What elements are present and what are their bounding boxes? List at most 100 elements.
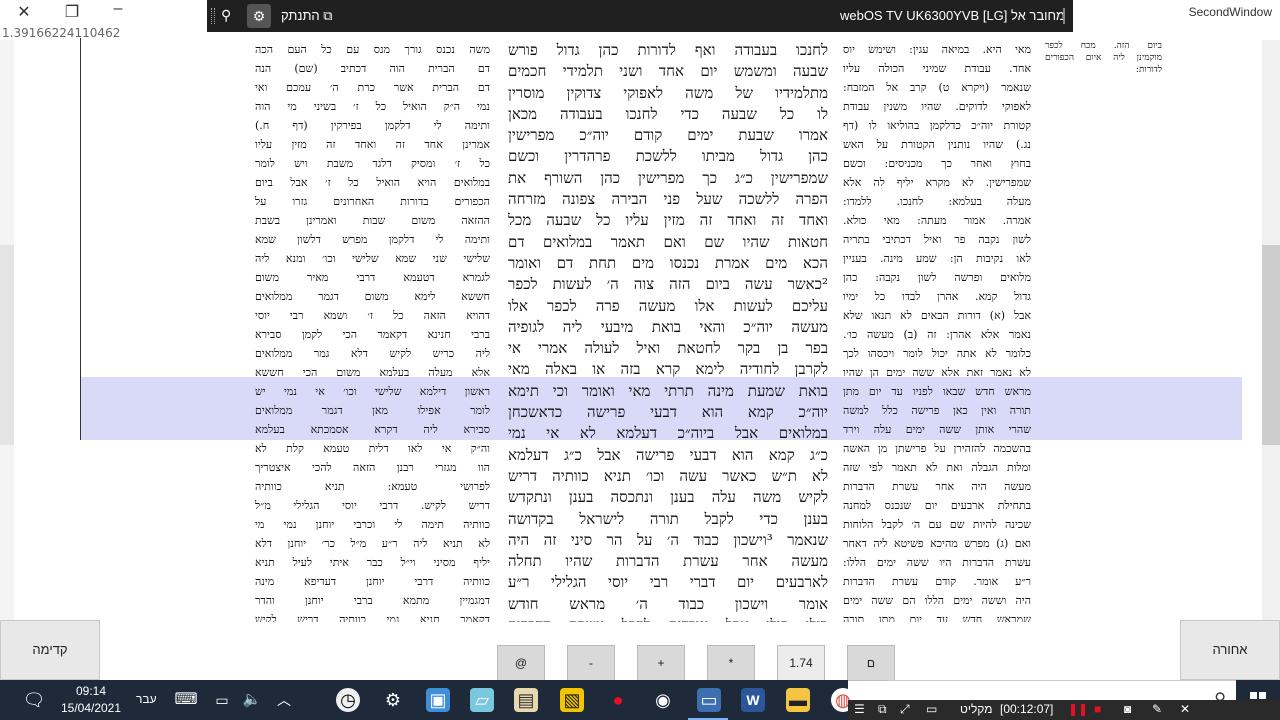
- tosafot-line: הוו מגזרי רבנן הזאה להכי איצטריך: [255, 461, 490, 474]
- tosafot-line: במלואים הויא הואיל כל ז׳ אבל ביום: [255, 176, 490, 189]
- margin-notes: ביום הזה. מכח לכפר מוקמינן ליה איום הכפור…: [1045, 40, 1162, 76]
- sticky-notes-icon[interactable]: ▧: [560, 688, 584, 712]
- tosafot-line: כל ז׳ ומסיק דלגד משבת ויש לומר: [255, 157, 490, 170]
- tosafot-line: דריש לקיש. דרבי יוסי הגלילי מ״ל: [255, 499, 490, 512]
- tosafot-line: אלא מעלה בעלמא משום הכי חששא: [255, 366, 490, 379]
- zoom-in-button[interactable]: +: [637, 645, 685, 681]
- disconnect-label: התנתק: [281, 8, 320, 23]
- mode-button[interactable]: ם: [847, 645, 895, 681]
- gear-icon: ⚙: [252, 8, 266, 24]
- tablet-app-icon[interactable]: ▱: [470, 688, 494, 712]
- main-text-line: בענן כדי לקבל תורה לישראל בקדושה: [508, 509, 828, 528]
- rashi-line: ר״ע אומר. קודם עשרת הדברות: [843, 575, 1031, 588]
- fullscreen-icon[interactable]: ⤢: [900, 702, 910, 717]
- rashi-line: לאפוקי לדוקים. שהיו משנין עבודת: [843, 100, 1031, 113]
- window-app-icon[interactable]: ▭: [697, 688, 721, 712]
- settings-app-icon[interactable]: ⚙: [381, 688, 405, 712]
- zoom-controls: @ - + * 1.74 ם: [485, 645, 905, 681]
- menu-icon[interactable]: ☰: [854, 702, 865, 716]
- vertical-scroll-thumb[interactable]: [1262, 245, 1280, 445]
- screen: ✕ ❐ – 1.39166224110462 SecondWindow ⚲ ⚙ …: [0, 0, 1280, 720]
- main-text-line: חטאות שהיו שם ואם תאמר במלואים דם: [508, 232, 828, 251]
- prev-button[interactable]: קדימה: [0, 620, 100, 680]
- drag-handle-icon[interactable]: [211, 8, 215, 24]
- main-text-line: שמפרישין כ״ג כך מפרישין כהן השורף את: [508, 168, 828, 187]
- rashi-line: ואם (ג) מפרש מהיכא פשיטא ליה דאחר: [843, 537, 1031, 550]
- main-text-line: לחנכו בעבודה ואף לדורות כהן גדול פורש: [508, 41, 828, 59]
- settings-button[interactable]: ⚙: [247, 4, 271, 28]
- stop-icon[interactable]: ■: [1094, 702, 1101, 716]
- camera-app-icon[interactable]: ◉: [651, 688, 675, 712]
- left-scroll-thumb[interactable]: [0, 245, 14, 445]
- reset-zoom-button[interactable]: *: [707, 645, 755, 681]
- tosafot-line: כוותיה דרבי יוחנן דעדיפא מינה: [255, 575, 490, 588]
- windows-icon[interactable]: ⧉: [878, 702, 887, 717]
- margin-note-line: ביום הזה. מכח לכפר: [1045, 41, 1162, 51]
- minimize-icon[interactable]: –: [106, 0, 130, 18]
- main-text-line: כולו כולו אכל עובדים לקבל עשרת הדברות: [508, 615, 828, 622]
- next-button[interactable]: אחורה: [1180, 620, 1280, 680]
- language-indicator[interactable]: עבר: [136, 692, 157, 706]
- rashi-line: אמרה. אמור מעתה: מאי כולא.: [843, 214, 1031, 227]
- rashi-line: שמפרישין. לא מקרא יליף לה אלא: [843, 176, 1031, 189]
- folder-app-icon[interactable]: ▬: [786, 688, 810, 712]
- margin-note-line: מוקמינן ליה איום הכפורים: [1045, 53, 1162, 63]
- chevron-up-icon[interactable]: ︿: [272, 688, 296, 712]
- rashi-line: בחוץ ואחר כך מכניסים: וכשם: [843, 157, 1031, 170]
- camera-icon[interactable]: ◙: [1124, 702, 1131, 716]
- monitor-icon[interactable]: ▭: [926, 702, 937, 716]
- main-text-line: כ״ג קמא הוא דבעי פרישה אבל כ״ג דעלמא: [508, 445, 828, 464]
- tosafot-line: ההזאה משום שבות ואמרינן בשבת: [255, 214, 490, 227]
- tosafot-line: יליף מסיני וי״ל כבר איתי לעיל תניא: [255, 556, 490, 569]
- close-recording-icon[interactable]: ✕: [1180, 702, 1190, 716]
- restore-icon[interactable]: ❐: [60, 2, 84, 22]
- at-button[interactable]: @: [497, 645, 545, 681]
- rashi-line: מלואים ופרשה לשון נקבה: כהן: [843, 271, 1031, 284]
- word-app-icon[interactable]: W: [741, 688, 765, 712]
- close-icon[interactable]: ✕: [12, 2, 36, 22]
- photos-app-icon[interactable]: ▣: [426, 688, 450, 712]
- record-app-icon[interactable]: ●: [606, 688, 630, 712]
- clock[interactable]: 09:14 15/04/2021: [58, 683, 124, 717]
- explorer-app-icon[interactable]: ▤: [514, 688, 538, 712]
- rashi-line: שמראש חדש עד יום מתן תורה: [843, 613, 1031, 622]
- main-text-line: לו כל שבעה כדי לחנכו בעבודה מכאן: [508, 104, 828, 123]
- rashi-line: לאו נקיבות הן: שמע מינה. בעניין: [843, 252, 1031, 265]
- main-text-line: אומר וישכון כבוד ה׳ מראש חודש: [508, 594, 828, 613]
- tosafot-line: וה״ק אי לאו דלית טעמא קלת לא: [255, 442, 490, 455]
- rashi-line: גדול קמא. אהרן לבדו כל ימיו: [843, 290, 1031, 303]
- pause-icon[interactable]: ❚❚: [1068, 702, 1088, 716]
- rashi-line: אחד. עבודת שמיני הכולה עליו: [843, 62, 1031, 75]
- recording-time: [00:12:07]: [1000, 702, 1054, 716]
- zoom-out-button[interactable]: -: [567, 645, 615, 681]
- main-text-line: שבעה ומשמש יום אחד ושני תלמידי חכמים: [508, 62, 828, 81]
- rashi-line: ומלות הגבלה ואת לא תאמר לפי שזה: [843, 461, 1031, 474]
- rashi-commentary: מאי היא. במיאה עגין: ושימש יוס אחד. עבודת…: [843, 40, 1031, 622]
- rashi-line: שכינה להיות שם עם ה׳ לקבל הלוחות: [843, 518, 1031, 531]
- main-text-line: במלואים אבל ביוה״כ דעלמא לא אי נמי: [508, 424, 828, 443]
- rashi-line: כלומר לא אתה יכול לומר ויכסהו לכך: [843, 347, 1031, 360]
- main-text-line: מתלמידיו של משה לאפוקי צדוקין מוסרין: [508, 83, 828, 102]
- rashi-line: מעשה היה אחר עשרת הדברות: [843, 480, 1031, 493]
- pin-icon[interactable]: ⚲: [221, 7, 231, 24]
- tosafot-line: דם הברית אשר כרת ה׳ עמכם ואי: [255, 81, 490, 94]
- pen-icon[interactable]: ✎: [1152, 702, 1162, 716]
- main-text-line: אמרו שבעת ימים קודם יוה״כ מפרישין: [508, 126, 828, 145]
- clock-app-icon[interactable]: ◷: [336, 688, 360, 712]
- notification-icon[interactable]: 🗨: [22, 688, 46, 712]
- tosafot-line: סבירא ליה דקרא אסמכתא בעלמא: [255, 423, 490, 436]
- keyboard-icon[interactable]: ⌨: [174, 688, 198, 712]
- tosafot-line: לגמרא דטעמא דרבי מאיר משום: [255, 271, 490, 284]
- main-text-line: יוה״כ קמא הוא דבעי פרישה כדאשכחן: [508, 403, 828, 422]
- bar-separator: [1063, 8, 1065, 24]
- volume-icon[interactable]: 🔈: [240, 688, 264, 712]
- page-border: [80, 38, 81, 440]
- main-text-line: ואחד זה ואחד זה מזין עליו כל שבעה מכל: [508, 211, 828, 230]
- tosafot-line: לפרושי טעמא: תניא כוותיה: [255, 480, 490, 493]
- tosafot-line: חששא לימא משום דגמר ממלואים: [255, 290, 490, 303]
- rashi-line: מאי היא. במיאה עגין: ושימש יוס: [843, 43, 1031, 56]
- main-text-line: מעשה יוה״כ והאי בואת מיבעי ליה לגופיה: [508, 317, 828, 336]
- recording-title: מקליט: [960, 702, 993, 716]
- battery-icon[interactable]: ▭: [210, 688, 234, 712]
- disconnect-button[interactable]: התנתק ⧉: [281, 8, 333, 24]
